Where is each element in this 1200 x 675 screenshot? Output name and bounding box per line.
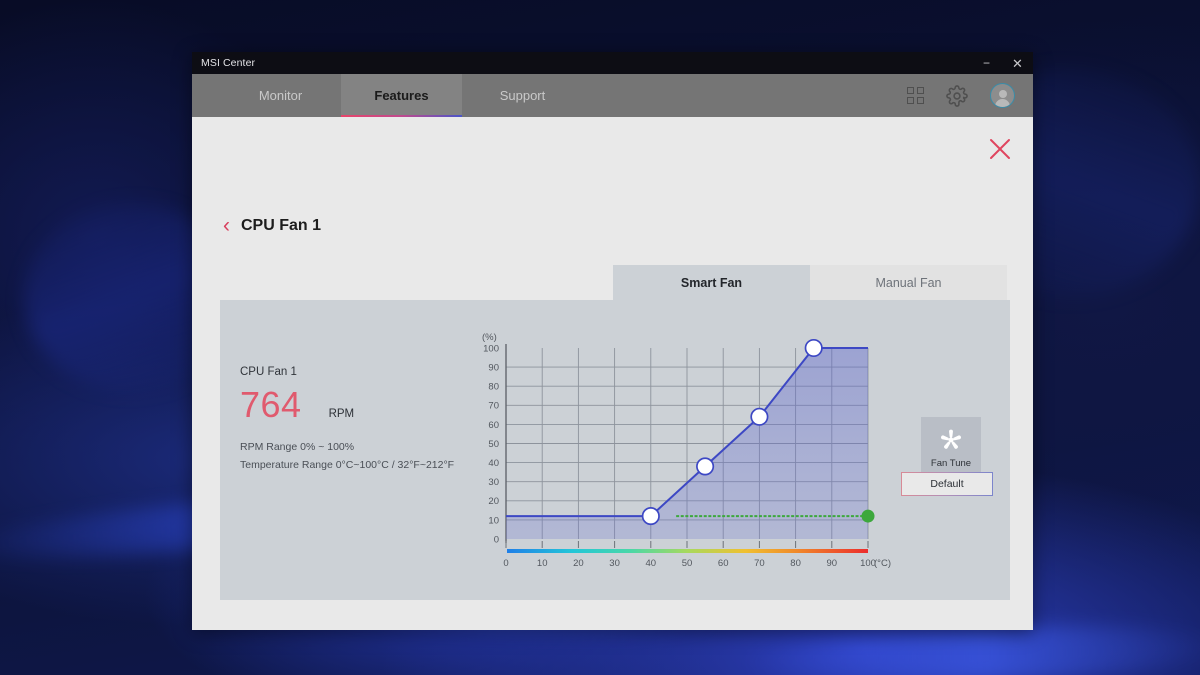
minimize-button[interactable]: − <box>971 52 1002 74</box>
main-nav-bar: Monitor Features Support <box>192 74 1033 117</box>
x-tick-label: 30 <box>609 558 620 569</box>
tab-manual-fan[interactable]: Manual Fan <box>810 265 1007 300</box>
y-tick-label: 60 <box>488 420 499 431</box>
nav-tab-support[interactable]: Support <box>462 74 583 117</box>
temperature-range-label: Temperature Range 0°C~100°C / 32°F~212°F <box>240 459 455 472</box>
nav-tab-monitor[interactable]: Monitor <box>220 74 341 117</box>
x-tick-label: 40 <box>646 558 657 569</box>
x-tick-label: 10 <box>537 558 548 569</box>
rpm-readout: 764 RPM <box>240 384 454 426</box>
page-content: ‹ CPU Fan 1 Smart Fan Manual Fan CPU Fan… <box>192 117 1033 630</box>
fan-info-block: CPU Fan 1 764 RPM RPM Range 0% ~ 100% Te… <box>240 366 454 475</box>
x-tick-label: 70 <box>754 558 765 569</box>
panel-footer <box>220 600 1010 630</box>
title-bar: MSI Center − ✕ <box>192 52 1033 74</box>
app-title: MSI Center <box>201 57 256 69</box>
rpm-value: 764 <box>240 384 302 425</box>
close-page-button[interactable] <box>986 135 1014 163</box>
back-chevron-icon[interactable]: ‹ <box>223 215 230 236</box>
y-tick-label: 100 <box>483 343 499 354</box>
rpm-range-label: RPM Range 0% ~ 100% <box>240 441 355 453</box>
rpm-unit-label: RPM <box>328 408 355 420</box>
fan-tune-label: Fan Tune <box>930 458 972 469</box>
smart-fan-panel: CPU Fan 1 764 RPM RPM Range 0% ~ 100% Te… <box>220 300 1010 600</box>
y-tick-label: 20 <box>488 496 499 507</box>
curve-handle-0[interactable] <box>641 507 660 526</box>
x-tick-label: 80 <box>790 558 801 569</box>
y-tick-label: 70 <box>488 401 499 412</box>
grid-icon[interactable] <box>907 87 924 104</box>
curve-handle-2[interactable] <box>750 407 769 426</box>
nav-icon-group <box>907 74 1015 117</box>
breadcrumb: ‹ CPU Fan 1 <box>223 215 321 236</box>
curve-handle-1[interactable] <box>696 457 715 476</box>
gear-icon[interactable] <box>946 84 968 107</box>
fan-icon <box>940 429 962 449</box>
x-tick-label: 90 <box>827 558 838 569</box>
temperature-gradient-bar <box>507 549 868 553</box>
x-tick-label: 60 <box>718 558 729 569</box>
nav-tab-list: Monitor Features Support <box>220 74 583 117</box>
y-tick-label: 90 <box>488 363 499 374</box>
y-tick-label: 50 <box>488 439 499 450</box>
window-controls: − ✕ <box>971 52 1033 74</box>
x-axis-unit-label: (°C) <box>874 558 891 569</box>
avatar[interactable] <box>990 83 1015 108</box>
current-temp-dot <box>861 509 875 523</box>
y-axis-unit-label: (%) <box>482 332 497 343</box>
fan-tune-button[interactable]: Fan Tune <box>921 417 981 479</box>
tab-smart-fan[interactable]: Smart Fan <box>613 265 810 300</box>
y-tick-label: 30 <box>488 477 499 488</box>
msi-center-window: MSI Center − ✕ Monitor Features Support <box>192 52 1033 630</box>
fan-name-label: CPU Fan 1 <box>240 366 297 378</box>
x-tick-label: 0 <box>503 558 508 569</box>
default-button[interactable]: Default <box>901 472 993 496</box>
nav-tab-features[interactable]: Features <box>341 74 462 117</box>
curve-handle-3[interactable] <box>804 338 823 358</box>
fan-curve-chart[interactable]: 0 10 20 30 40 50 60 70 80 90 100 0 10 20 30 40 50 60 70 80 9… <box>472 327 892 589</box>
y-tick-label: 10 <box>488 515 499 526</box>
page-title: CPU Fan 1 <box>241 216 322 234</box>
x-tick-label: 50 <box>682 558 693 569</box>
range-info: RPM Range 0% ~ 100% Temperature Range 0°… <box>240 438 454 475</box>
y-tick-label: 40 <box>488 458 499 469</box>
y-tick-label: 0 <box>494 534 499 545</box>
y-tick-label: 80 <box>488 382 499 393</box>
fan-mode-tab-list: Smart Fan Manual Fan <box>613 265 1007 300</box>
x-tick-label: 20 <box>573 558 584 569</box>
close-window-button[interactable]: ✕ <box>1002 52 1033 74</box>
